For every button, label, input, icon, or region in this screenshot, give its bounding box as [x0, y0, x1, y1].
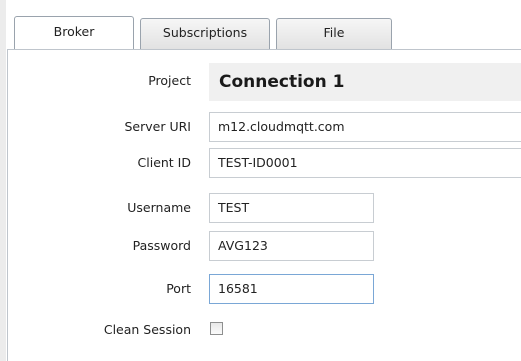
username-input[interactable]: TEST — [209, 193, 374, 223]
username-label: Username — [127, 200, 191, 215]
client-id-input[interactable]: TEST-ID0001 — [209, 148, 521, 178]
tab-broker[interactable]: Broker — [14, 16, 134, 49]
password-label: Password — [132, 238, 191, 253]
tab-file[interactable]: File — [276, 18, 392, 49]
project-label: Project — [148, 73, 191, 88]
project-name: Connection 1 — [209, 63, 521, 101]
tab-strip-baseline — [7, 49, 521, 50]
password-input[interactable]: AVG123 — [209, 231, 374, 261]
port-label: Port — [166, 281, 191, 296]
broker-settings-panel: Broker Subscriptions File Project Connec… — [0, 0, 521, 361]
server-uri-label: Server URI — [124, 119, 192, 134]
clean-session-checkbox[interactable] — [210, 322, 223, 335]
port-input[interactable]: 16581 — [209, 274, 374, 304]
clean-session-label: Clean Session — [103, 322, 191, 337]
client-id-label: Client ID — [137, 155, 191, 170]
tab-subscriptions[interactable]: Subscriptions — [140, 18, 270, 49]
panel-left-border — [7, 50, 8, 361]
window-edge — [0, 0, 6, 361]
server-uri-input[interactable]: m12.cloudmqtt.com — [209, 112, 521, 142]
